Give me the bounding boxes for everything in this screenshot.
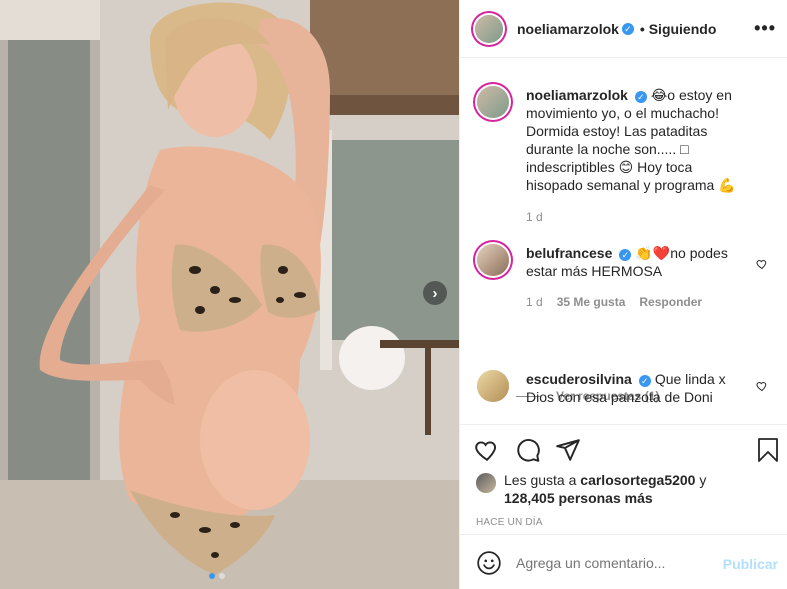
comment-time[interactable]: 1 d xyxy=(526,293,543,311)
posted-time[interactable]: HACE UN DÍA xyxy=(476,517,543,528)
verified-icon: ✓ xyxy=(634,91,647,103)
comment-input[interactable] xyxy=(516,555,716,571)
likes-summary: Les gusta a carlosortega5200 y 128,405 p… xyxy=(476,471,706,507)
more-options-icon[interactable]: ••• xyxy=(754,18,776,39)
likes-text: Les gusta a carlosortega5200 y 128,405 p… xyxy=(504,471,706,507)
comment-avatar[interactable] xyxy=(477,244,509,276)
like-comment-heart-icon[interactable] xyxy=(756,380,768,392)
comment-meta: 1 d 35 Me gusta Responder xyxy=(526,293,746,311)
reply-button[interactable]: Responder xyxy=(639,293,702,311)
post-header: noeliamarzolok ✓ • Siguiendo ••• xyxy=(460,0,787,58)
heart-icon[interactable] xyxy=(474,437,500,463)
author-username[interactable]: noeliamarzolok xyxy=(517,21,619,37)
caption-avatar[interactable] xyxy=(477,86,509,118)
add-comment-bar: Publicar xyxy=(460,534,787,589)
post-details-panel: noeliamarzolok ✓ • Siguiendo ••• noeliam… xyxy=(459,0,787,589)
verified-icon: ✓ xyxy=(638,375,651,387)
carousel-indicator xyxy=(209,573,225,579)
next-slide-button[interactable]: › xyxy=(423,281,447,305)
chevron-right-icon: › xyxy=(432,284,438,302)
caption-meta: 1 d xyxy=(526,208,751,226)
likes-connector: y xyxy=(695,472,707,488)
share-icon[interactable] xyxy=(555,437,581,463)
smiley-icon[interactable] xyxy=(476,550,502,576)
comment-likes[interactable]: 35 Me gusta xyxy=(557,293,626,311)
comment-item: escuderosilvina ✓ Que linda x Dios con esa… xyxy=(475,370,775,406)
verified-icon: ✓ xyxy=(621,22,634,35)
carousel-dot-1 xyxy=(209,573,215,579)
liker-username[interactable]: carlosortega5200 xyxy=(580,472,695,488)
comments-list[interactable]: noeliamarzolok ✓ 😂o estoy en movimiento yo… xyxy=(460,58,787,424)
caption-username[interactable]: noeliamarzolok xyxy=(526,87,628,103)
carousel-dot-2 xyxy=(219,573,225,579)
liker-avatar[interactable] xyxy=(476,473,496,493)
comment-avatar[interactable] xyxy=(477,370,509,402)
photo-illustration xyxy=(0,0,459,589)
comment-icon[interactable] xyxy=(515,437,541,463)
verified-icon: ✓ xyxy=(619,249,632,261)
post-actions: Les gusta a carlosortega5200 y 128,405 p… xyxy=(460,424,787,534)
publish-button[interactable]: Publicar xyxy=(723,556,778,572)
comment-item: belufrancese ✓ 👏❤️no podes estar más HERMO… xyxy=(475,244,775,311)
like-comment-heart-icon[interactable] xyxy=(756,258,768,270)
caption: noeliamarzolok ✓ 😂o estoy en movimiento yo… xyxy=(475,86,775,226)
author-avatar[interactable] xyxy=(475,14,503,43)
likes-others[interactable]: 128,405 personas más xyxy=(504,490,653,506)
comment-username[interactable]: belufrancese xyxy=(526,245,612,261)
bookmark-icon[interactable] xyxy=(756,437,780,463)
comment-username[interactable]: escuderosilvina xyxy=(526,371,632,387)
likes-prefix: Les gusta a xyxy=(504,472,581,488)
caption-time[interactable]: 1 d xyxy=(526,208,543,226)
post-photo[interactable]: › xyxy=(0,0,459,589)
follow-status[interactable]: • Siguiendo xyxy=(640,21,716,37)
